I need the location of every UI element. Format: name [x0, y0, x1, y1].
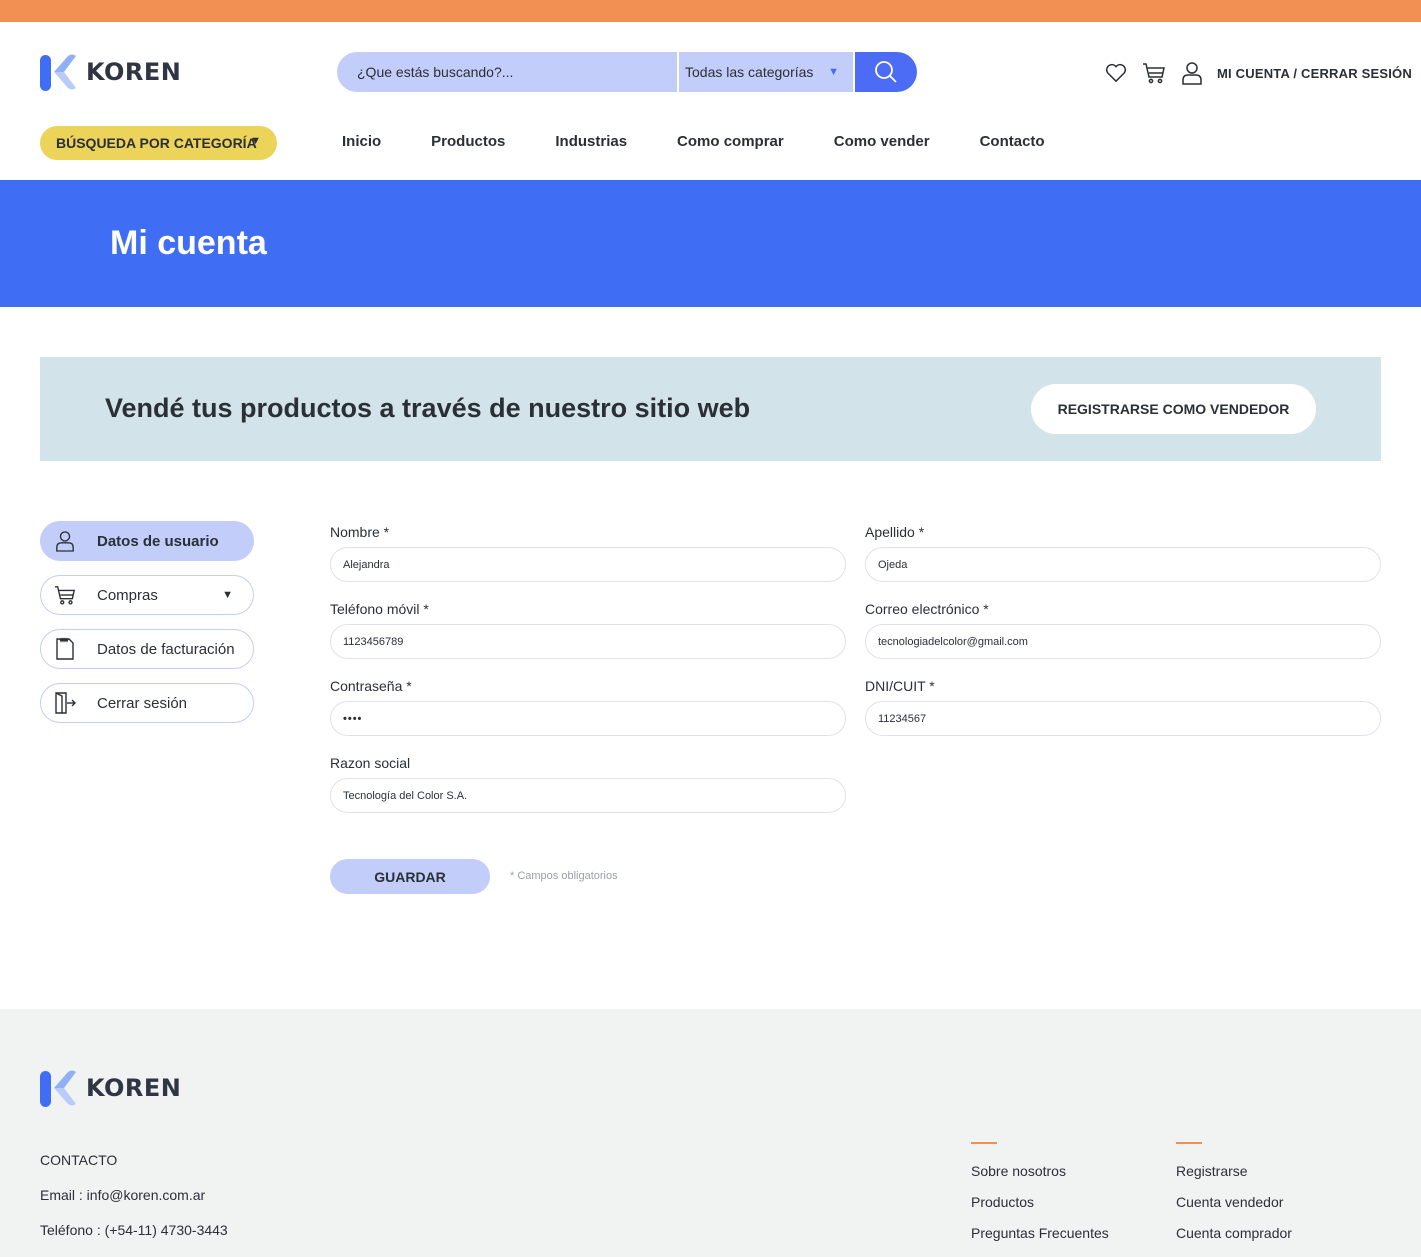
footer-contact-title: CONTACTO: [40, 1152, 118, 1168]
footer-divider: [1176, 1142, 1202, 1144]
nombre-label: Nombre *: [330, 524, 390, 540]
cart-icon: [53, 583, 77, 607]
search-button[interactable]: [855, 52, 917, 92]
footer-logo[interactable]: KOREN: [40, 1069, 181, 1107]
search-bar: Todas las categorías ▼: [337, 52, 917, 92]
top-accent-bar: [0, 0, 1421, 22]
nav-item-industrias[interactable]: Industrias: [555, 133, 627, 150]
footer-divider: [971, 1142, 997, 1144]
dni-label: DNI/CUIT *: [865, 678, 935, 694]
razon-social-label: Razon social: [330, 755, 411, 771]
cart-icon: [1143, 63, 1165, 84]
category-search-label: BÚSQUEDA POR CATEGORÍA: [56, 135, 257, 151]
category-search-button[interactable]: BÚSQUEDA POR CATEGORÍA ▼: [40, 126, 277, 160]
nav-item-como-comprar[interactable]: Como comprar: [677, 133, 784, 150]
sidebar-item-label: Datos de facturación: [97, 640, 235, 658]
category-select[interactable]: Todas las categorías ▼: [677, 52, 853, 92]
sidebar-item-cerrar-sesion[interactable]: Cerrar sesión: [40, 683, 254, 723]
nombre-field: Nombre *: [330, 524, 846, 582]
nav-item-contacto[interactable]: Contacto: [980, 133, 1045, 150]
logout-icon: [53, 691, 77, 715]
banner-text: Vendé tus productos a través de nuestro …: [105, 393, 751, 423]
logo-mark-icon: [40, 1070, 76, 1107]
footer-links-col-2: Registrarse Cuenta vendedor Cuenta compr…: [1176, 1142, 1292, 1255]
dni-input[interactable]: [865, 701, 1381, 736]
correo-label: Correo electrónico *: [865, 601, 989, 617]
correo-field: Correo electrónico *: [865, 601, 1381, 659]
telefono-input[interactable]: [330, 624, 846, 659]
user-icon: [53, 529, 77, 553]
footer-link-cuenta-vendedor[interactable]: Cuenta vendedor: [1176, 1193, 1292, 1212]
dropdown-triangle-icon: ▼: [222, 589, 233, 601]
contrasena-input[interactable]: [330, 701, 846, 736]
nombre-input[interactable]: [330, 547, 846, 582]
razon-social-input[interactable]: [330, 778, 846, 813]
main-nav: Inicio Productos Industrias Como comprar…: [342, 133, 1095, 150]
sidebar-item-label: Compras: [97, 586, 158, 604]
account-button[interactable]: [1179, 60, 1205, 86]
logo-text: KOREN: [86, 58, 182, 86]
page-hero: Mi cuenta: [0, 180, 1421, 307]
dropdown-triangle-icon: ▼: [828, 66, 839, 78]
telefono-field: Teléfono móvil *: [330, 601, 846, 659]
category-select-value: Todas las categorías: [685, 64, 814, 80]
receipt-icon: [53, 637, 77, 661]
correo-input[interactable]: [865, 624, 1381, 659]
apellido-input[interactable]: [865, 547, 1381, 582]
cart-button[interactable]: [1141, 60, 1167, 86]
page-title: Mi cuenta: [110, 224, 267, 262]
register-seller-button[interactable]: REGISTRARSE COMO VENDEDOR: [1031, 384, 1316, 434]
logo[interactable]: KOREN: [40, 53, 181, 91]
telefono-label: Teléfono móvil *: [330, 601, 429, 617]
header-actions: MI CUENTA / CERRAR SESIÓN: [1103, 60, 1412, 86]
nav-item-productos[interactable]: Productos: [431, 133, 505, 150]
search-input[interactable]: [337, 52, 677, 92]
footer-link-productos[interactable]: Productos: [971, 1193, 1109, 1212]
footer-link-sobre-nosotros[interactable]: Sobre nosotros: [971, 1162, 1109, 1181]
nav-item-como-vender[interactable]: Como vender: [834, 133, 930, 150]
contrasena-label: Contraseña *: [330, 678, 412, 694]
wishlist-button[interactable]: [1103, 60, 1129, 86]
contrasena-field: Contraseña *: [330, 678, 846, 736]
save-button[interactable]: GUARDAR: [330, 859, 490, 894]
seller-banner: Vendé tus productos a través de nuestro …: [40, 357, 1381, 461]
apellido-label: Apellido *: [865, 524, 925, 540]
logo-text: KOREN: [86, 1074, 182, 1102]
dni-field: DNI/CUIT *: [865, 678, 1381, 736]
required-fields-note: * Campos obligatorios: [510, 870, 618, 882]
footer-link-preguntas[interactable]: Preguntas Frecuentes: [971, 1224, 1109, 1243]
nav-item-inicio[interactable]: Inicio: [342, 133, 381, 150]
dropdown-triangle-icon: ▼: [250, 135, 261, 147]
sidebar-item-compras[interactable]: Compras ▼: [40, 575, 254, 615]
user-icon: [1182, 62, 1202, 85]
account-link[interactable]: MI CUENTA / CERRAR SESIÓN: [1217, 66, 1412, 81]
sidebar-item-datos-usuario[interactable]: Datos de usuario: [40, 521, 254, 561]
footer-link-registrarse[interactable]: Registrarse: [1176, 1162, 1292, 1181]
search-icon: [875, 61, 897, 83]
sidebar-item-label: Cerrar sesión: [97, 694, 188, 712]
footer-phone: Teléfono : (+54-11) 4730-3443: [40, 1222, 228, 1238]
apellido-field: Apellido *: [865, 524, 1381, 582]
sidebar-item-label: Datos de usuario: [97, 532, 219, 550]
footer-links-col-1: Sobre nosotros Productos Preguntas Frecu…: [971, 1142, 1109, 1255]
heart-icon: [1106, 63, 1126, 83]
footer-link-cuenta-comprador[interactable]: Cuenta comprador: [1176, 1224, 1292, 1243]
razon-social-field: Razon social: [330, 755, 846, 813]
footer-email[interactable]: Email : info@koren.com.ar: [40, 1187, 205, 1203]
logo-mark-icon: [40, 54, 76, 91]
sidebar-item-facturacion[interactable]: Datos de facturación: [40, 629, 254, 669]
